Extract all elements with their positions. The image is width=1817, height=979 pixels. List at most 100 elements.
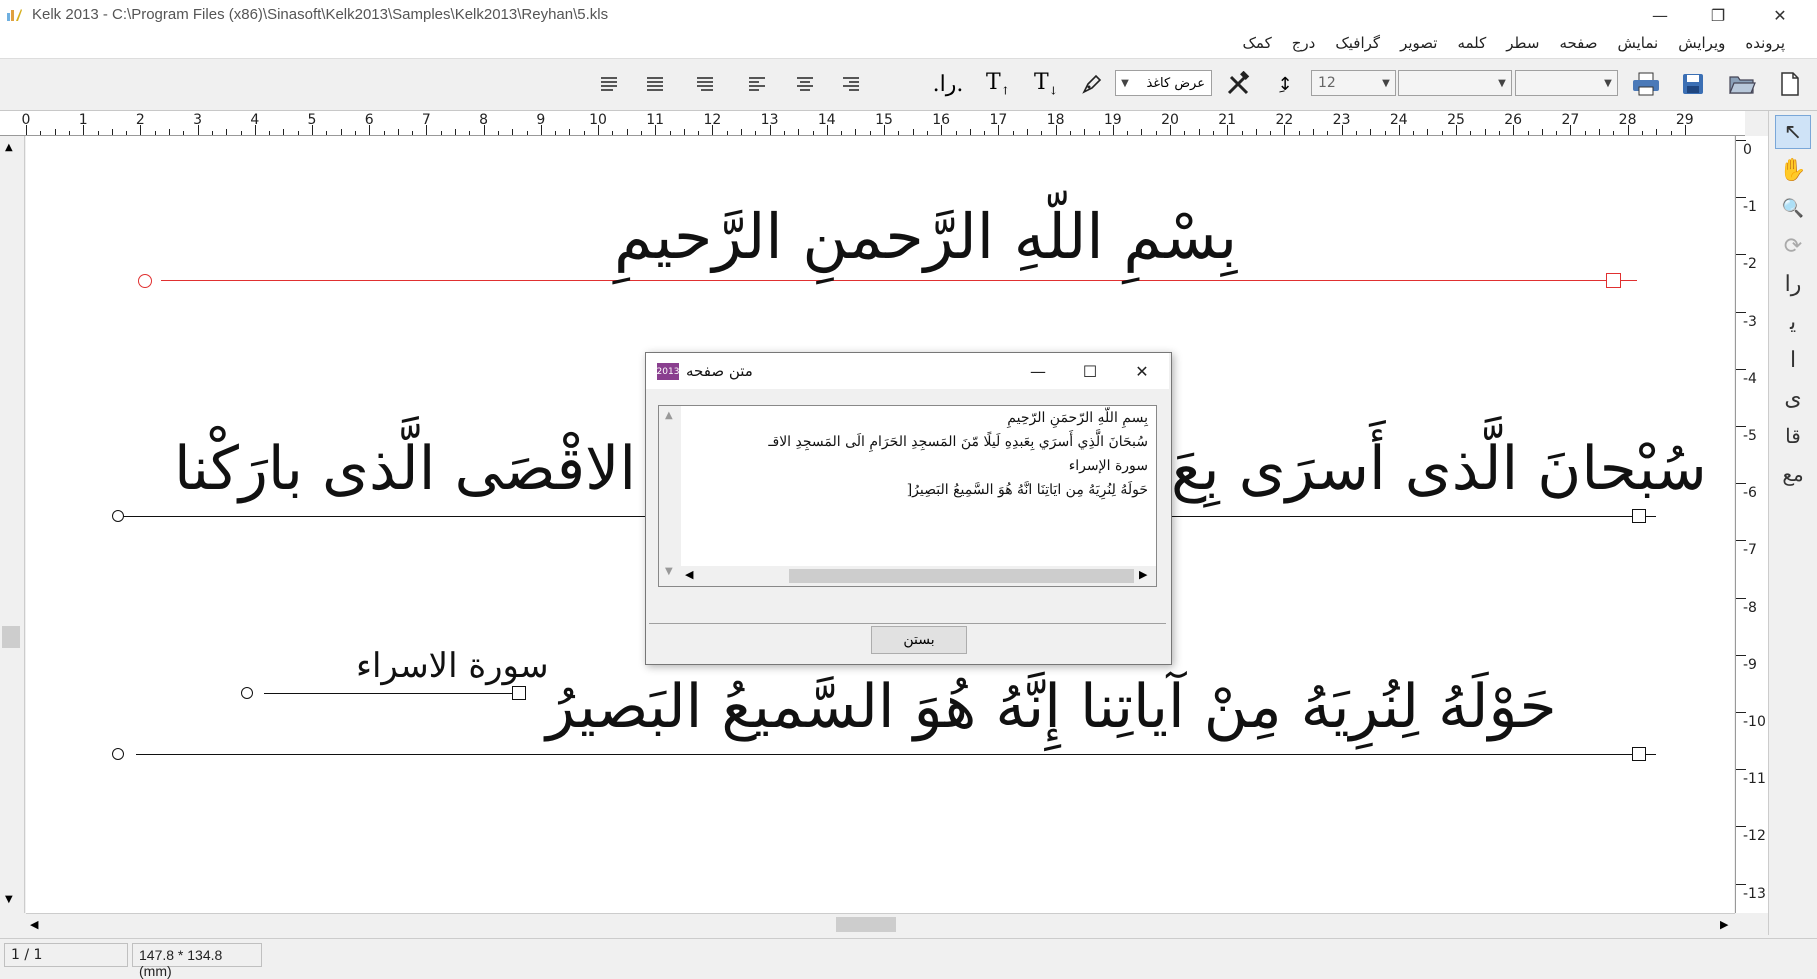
- text-up-button[interactable]: T↑: [982, 69, 1014, 99]
- ruler-minor-tick: [226, 129, 228, 135]
- menu-page[interactable]: صفحه: [1549, 34, 1607, 52]
- pen-icon: [1082, 74, 1102, 94]
- text-vertical-scrollbar[interactable]: ▲ ▼: [659, 406, 681, 586]
- ruler-minor-tick: [111, 129, 113, 135]
- menu-edit[interactable]: ویرایش: [1668, 34, 1735, 52]
- tools-button[interactable]: [1220, 69, 1256, 99]
- calligraphy-line-2-right[interactable]: سُبْحانَ الَّذی أَسرَی بِعَ: [1171, 434, 1707, 504]
- menu-file[interactable]: پرونده: [1735, 34, 1795, 52]
- ruler-label: 10: [589, 112, 607, 128]
- save-button[interactable]: [1676, 69, 1710, 99]
- kashida-tool[interactable]: ﺭﺍ: [1775, 267, 1811, 301]
- dialog-maximize-button[interactable]: ☐: [1064, 353, 1116, 389]
- vertical-scrollbar[interactable]: ▲ ▼: [0, 136, 25, 913]
- ruler-minor-tick: [169, 129, 170, 135]
- rotate-tool[interactable]: ⟳: [1775, 229, 1811, 263]
- scroll-thumb[interactable]: [836, 917, 896, 932]
- horizontal-scrollbar[interactable]: ◀ ▶: [26, 913, 1735, 936]
- status-bar: 1 / 1 147.8 * 134.8 (mm): [0, 938, 1817, 979]
- line-handle-end[interactable]: [512, 686, 526, 700]
- page-text-area[interactable]: ▲ ▼ بِسمِ اللّهِ الرّحمَنِ الرّحِيمِ سُب…: [658, 405, 1157, 587]
- justify-left-icon: [601, 77, 617, 91]
- ma-tool[interactable]: ﻣﻊ: [1775, 457, 1811, 491]
- ruler-label: -7: [1743, 542, 1757, 559]
- line-handle-start[interactable]: [138, 274, 152, 288]
- open-button[interactable]: [1724, 69, 1760, 99]
- line-handle-end[interactable]: [1632, 747, 1646, 761]
- word-spacing-button[interactable]: ↕ِ: [1268, 69, 1302, 99]
- ruler-minor-tick: [397, 129, 399, 135]
- new-document-button[interactable]: [1774, 69, 1806, 99]
- menu-bar: پرونده ویرایش نمایش صفحه سطر کلمه تصویر …: [0, 30, 1817, 59]
- align-left-button[interactable]: [742, 69, 772, 99]
- text-down-button[interactable]: T↓: [1030, 69, 1062, 99]
- justify-left-button[interactable]: [594, 69, 624, 99]
- text-horizontal-scrollbar[interactable]: ◀ ▶: [681, 566, 1156, 586]
- dialog-close-button[interactable]: ✕: [1116, 353, 1168, 389]
- alef-tool[interactable]: ﺍ: [1775, 343, 1811, 377]
- restore-button[interactable]: ❐: [1690, 0, 1746, 30]
- menu-view[interactable]: نمایش: [1608, 34, 1669, 52]
- align-center-button[interactable]: [790, 69, 820, 99]
- scroll-right-icon[interactable]: ▶: [1720, 918, 1728, 931]
- select-tool[interactable]: ↖: [1775, 115, 1811, 149]
- minimize-button[interactable]: —: [1632, 0, 1688, 30]
- scroll-left-icon[interactable]: ◀: [685, 568, 693, 581]
- scroll-up-icon[interactable]: ▲: [5, 142, 13, 153]
- line-handle-start[interactable]: [112, 510, 124, 522]
- scroll-thumb[interactable]: [789, 569, 1134, 583]
- ruler-minor-tick: [1484, 129, 1486, 135]
- save-icon: [1683, 74, 1703, 94]
- ruler-minor-tick: [812, 131, 814, 135]
- scroll-thumb[interactable]: [2, 626, 20, 648]
- justify-right-button[interactable]: [690, 69, 720, 99]
- scroll-right-icon[interactable]: ▶: [1139, 568, 1147, 581]
- menu-insert[interactable]: درج: [1282, 34, 1326, 52]
- line-handle-end[interactable]: [1606, 273, 1621, 288]
- ruler-label: 23: [1332, 112, 1351, 128]
- close-dialog-button[interactable]: بستن: [871, 626, 967, 654]
- menu-help[interactable]: کمک: [1232, 34, 1281, 52]
- scroll-down-icon[interactable]: ▼: [5, 894, 13, 905]
- ruler-minor-tick: [240, 131, 242, 135]
- line-handle-start[interactable]: [241, 687, 253, 699]
- calligraphy-line-3[interactable]: سورة الاسراء: [356, 646, 549, 686]
- ruler-minor-tick: [1556, 131, 1558, 135]
- menu-line[interactable]: سطر: [1496, 34, 1549, 52]
- vertical-ruler: 0 -1 -2 -3 -4 -5 -6 -7 -8 -9 -10 -11 -12 -13: [1735, 136, 1768, 913]
- ye-tool[interactable]: ﯼ: [1775, 381, 1811, 415]
- hand-tool[interactable]: ✋: [1775, 153, 1811, 187]
- style-combo[interactable]: ▼: [1398, 70, 1512, 96]
- ruler-minor-tick: [340, 129, 342, 135]
- ruler-minor-tick: [1212, 131, 1214, 135]
- dialog-minimize-button[interactable]: —: [1012, 353, 1064, 389]
- calligraphy-line-4[interactable]: حَوْلَهُ لِنُرِيَهُ مِنْ آياتِنا إِنَّهُ…: [546, 672, 1557, 742]
- close-button[interactable]: ✕: [1752, 0, 1808, 30]
- align-right-button[interactable]: [836, 69, 866, 99]
- qal-tool[interactable]: ﻗﺎ: [1775, 419, 1811, 453]
- align-left-icon: [749, 77, 765, 91]
- ruler-label: 19: [1103, 112, 1122, 128]
- zoom-tool[interactable]: 🔍: [1775, 191, 1811, 225]
- letter-tool[interactable]: ﯾ: [1775, 305, 1811, 339]
- menu-graphics[interactable]: گرافیک: [1325, 34, 1390, 52]
- calligraphy-line-1[interactable]: بِسْمِ اللّهِ الرَّحمنِ الرَّحیمِ: [614, 200, 1237, 273]
- justify-all-button[interactable]: [640, 69, 670, 99]
- rtl-button[interactable]: .را.: [928, 69, 968, 99]
- font-size-combo[interactable]: 12 ▼: [1311, 70, 1396, 96]
- menu-image[interactable]: تصویر: [1390, 34, 1447, 52]
- line-handle-start[interactable]: [112, 748, 124, 760]
- scroll-left-icon[interactable]: ◀: [30, 918, 38, 931]
- font-combo[interactable]: ▼: [1515, 70, 1618, 96]
- scroll-down-icon[interactable]: ▼: [665, 566, 673, 577]
- pen-button[interactable]: [1076, 69, 1108, 99]
- line-handle-end[interactable]: [1632, 509, 1646, 523]
- ruler-label: 6: [364, 112, 374, 128]
- print-button[interactable]: [1628, 69, 1664, 99]
- scroll-up-icon[interactable]: ▲: [665, 410, 673, 421]
- chevron-down-icon: ▼: [1498, 77, 1506, 89]
- hand-icon: ✋: [1779, 157, 1807, 183]
- ruler-minor-tick: [855, 129, 857, 135]
- paper-width-combo[interactable]: عرض کاغذ ▼: [1115, 70, 1212, 96]
- menu-word[interactable]: کلمه: [1447, 34, 1496, 52]
